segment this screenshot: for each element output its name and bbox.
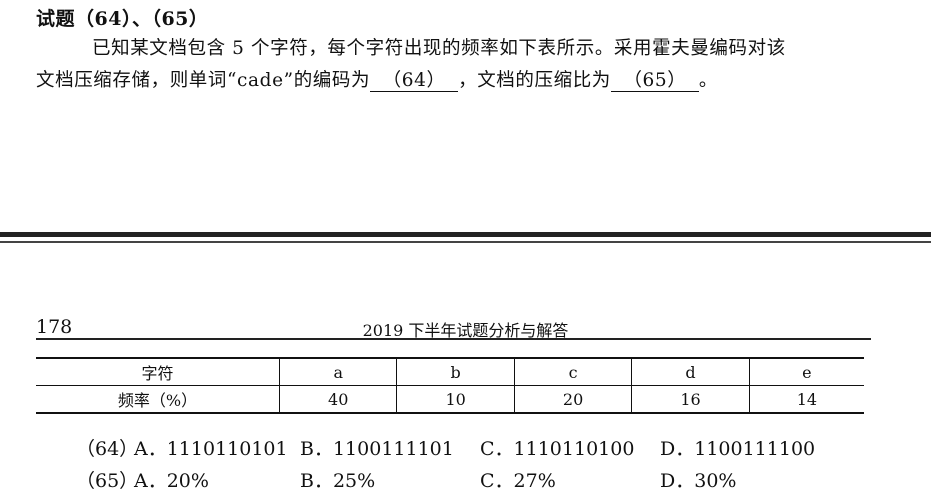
table-cell: e <box>748 357 864 386</box>
table-cell: b <box>396 357 515 386</box>
frequency-table: 字符 a b c d e 频率（%） 40 10 20 16 14 <box>36 357 864 414</box>
header-rule <box>36 338 871 340</box>
option-c: C．1110110100 <box>480 438 635 460</box>
table-cell: 16 <box>631 385 750 414</box>
option-b: B．25% <box>300 470 376 492</box>
table-cell: a <box>278 357 398 386</box>
option-question-label: （65） <box>76 470 139 492</box>
answer-blank-64: （64） <box>370 71 459 92</box>
question-title: 试题（64）、（65） <box>36 8 209 30</box>
question-text-segment: 文档压缩存储，则单词“cade”的编码为 <box>36 70 371 91</box>
option-d: D．1100111100 <box>660 438 816 460</box>
table-row-characters: 字符 a b c d e <box>36 357 864 386</box>
table-cell: c <box>513 357 633 386</box>
table-cell: 14 <box>748 385 864 414</box>
table-row-frequencies: 频率（%） 40 10 20 16 14 <box>36 385 864 414</box>
question-text-segment: 。 <box>698 70 719 91</box>
option-a: A．1110110101 <box>134 438 288 460</box>
table-cell: 10 <box>396 385 515 414</box>
question-text-segment: ，文档的压缩比为 <box>458 70 611 91</box>
answer-blank-65: （65） <box>610 71 699 92</box>
page-divider-thick <box>0 232 931 237</box>
option-a: A．20% <box>134 470 209 492</box>
option-c: C．27% <box>480 470 556 492</box>
question-text-line1: 已知某文档包含 5 个字符，每个字符出现的频率如下表所示。采用霍夫曼编码对该 <box>92 38 786 59</box>
table-cell: d <box>631 357 750 386</box>
option-b: B．1100111101 <box>300 438 454 460</box>
option-d: D．30% <box>660 470 737 492</box>
table-cell: 20 <box>513 385 633 414</box>
table-cell: 40 <box>278 385 398 414</box>
page-divider-thin <box>0 241 931 243</box>
question-text-line2: 文档压缩存储，则单词“cade”的编码为 （64） ，文档的压缩比为 （65）。 <box>36 66 718 92</box>
table-row-label: 频率（%） <box>36 385 280 414</box>
table-row-label: 字符 <box>36 357 280 386</box>
option-question-label: （64） <box>76 438 139 460</box>
